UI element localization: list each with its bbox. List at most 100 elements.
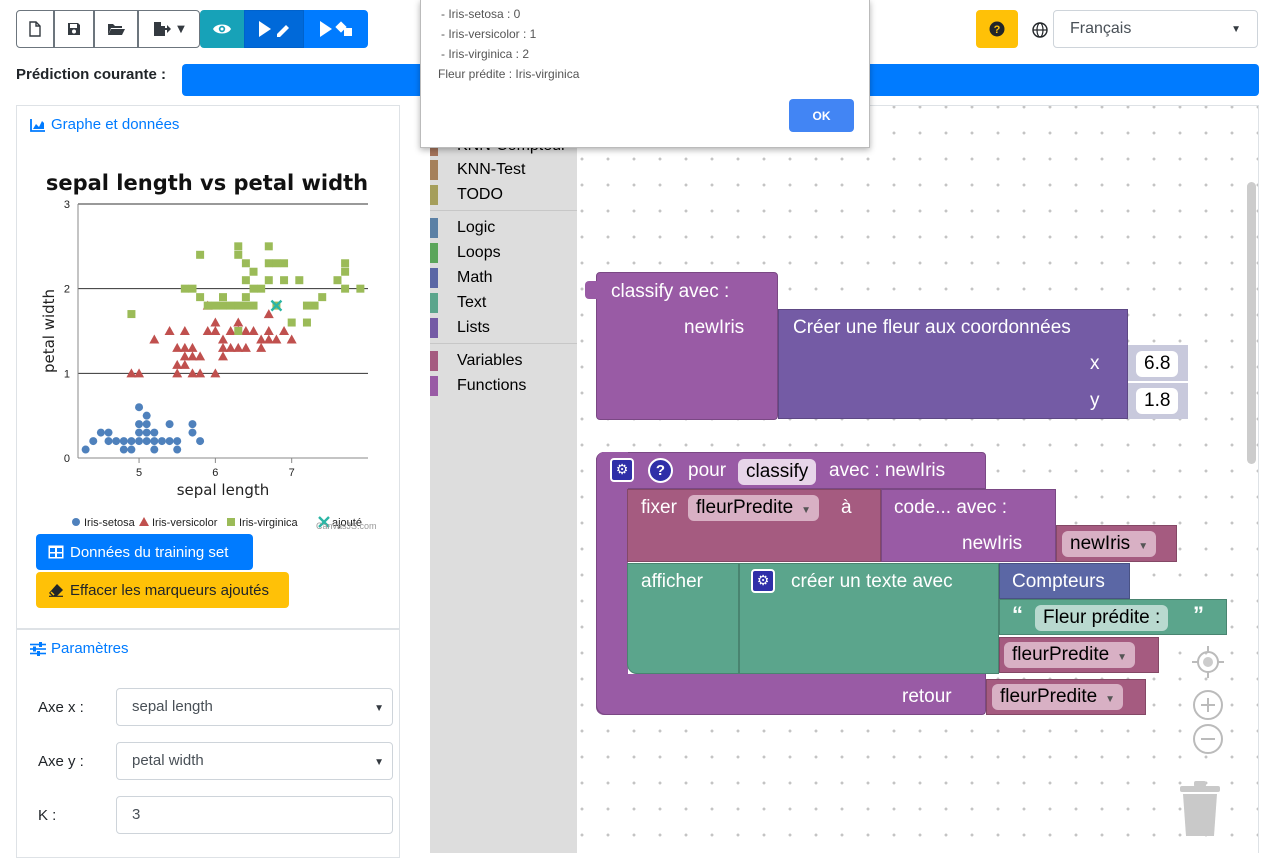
- toolbox-item-variables[interactable]: Variables: [430, 350, 523, 372]
- data-point-iris-setosa: [142, 437, 151, 446]
- fleurpredite-dropdown[interactable]: fleurPredite ▼: [1004, 642, 1136, 668]
- data-point-iris-setosa: [150, 428, 159, 437]
- category-swatch: [430, 376, 438, 396]
- toolbox-label: Lists: [457, 319, 490, 336]
- procedure-name-field[interactable]: classify: [738, 459, 817, 485]
- file-icon: [29, 21, 41, 37]
- toolbox-label: TODO: [457, 186, 503, 203]
- k-input[interactable]: 3: [116, 796, 393, 834]
- language-select[interactable]: Français ▼: [1053, 10, 1258, 48]
- newiris-variable-dropdown[interactable]: newIris ▼: [1062, 531, 1157, 557]
- x-number-field[interactable]: 6.8: [1136, 351, 1179, 377]
- data-point-iris-virginica: [333, 276, 342, 285]
- data-point-iris-virginica: [211, 301, 220, 310]
- x-axis-label: sepal length: [177, 481, 270, 499]
- legend-marker: [227, 518, 235, 526]
- chevron-down-icon: ▼: [1105, 694, 1116, 705]
- y-number-field[interactable]: 1.8: [1136, 388, 1179, 414]
- data-point-iris-virginica: [127, 310, 136, 319]
- y-axis-label: petal width: [40, 289, 58, 373]
- toolbox-label: Variables: [457, 352, 523, 369]
- legend-label: Iris-virginica: [239, 517, 299, 529]
- toolbox-item-lists[interactable]: Lists: [430, 317, 490, 339]
- category-swatch: [430, 185, 438, 205]
- set-to-label: à: [841, 497, 852, 518]
- workspace-scrollbar[interactable]: [1247, 182, 1256, 464]
- axe-y-value: petal width: [132, 752, 204, 769]
- params-header[interactable]: Paramètres: [30, 640, 129, 657]
- data-point-iris-virginica: [241, 259, 250, 268]
- data-point-iris-setosa: [112, 437, 121, 446]
- data-point-iris-setosa: [142, 428, 151, 437]
- scatter-chart[interactable]: sepal length vs petal width 0 1 2 3 5 6 7 sepal …: [36, 162, 378, 532]
- save-icon: [68, 23, 80, 35]
- def-suffix-label: avec : newIris: [829, 460, 946, 481]
- x-tick-label: 7: [289, 467, 295, 479]
- data-point-iris-virginica: [341, 284, 350, 293]
- chart-credit: CanvasJS.com: [316, 521, 377, 531]
- axe-x-select[interactable]: sepal length ▼: [116, 688, 393, 726]
- export-dropdown-button[interactable]: ▼: [138, 10, 200, 48]
- gear-icon[interactable]: ⚙: [751, 569, 775, 593]
- toolbox-item-math[interactable]: Math: [430, 267, 493, 289]
- data-point-iris-virginica: [264, 276, 273, 285]
- gear-icon[interactable]: ⚙: [610, 458, 634, 482]
- toolbox-item-text[interactable]: Text: [430, 292, 486, 314]
- category-swatch: [430, 268, 438, 288]
- area-chart-icon: [30, 118, 45, 132]
- counters-label: Compteurs: [1012, 571, 1105, 592]
- new-file-button[interactable]: [16, 10, 54, 48]
- toolbox-item-logic[interactable]: Logic: [430, 217, 495, 239]
- zoom-out-icon[interactable]: [1192, 723, 1224, 755]
- data-point-iris-setosa: [89, 437, 98, 446]
- data-point-iris-virginica: [356, 284, 365, 293]
- return-variable-dropdown[interactable]: fleurPredite ▼: [992, 684, 1124, 710]
- chevron-down-icon: ▼: [1117, 652, 1128, 663]
- legend-label: Iris-versicolor: [152, 517, 218, 529]
- run-paint-button[interactable]: [244, 10, 304, 48]
- x-tick-label: 6: [212, 467, 218, 479]
- set-variable-dropdown[interactable]: fleurPredite ▼: [688, 495, 820, 521]
- data-point-iris-setosa: [81, 445, 90, 454]
- toolbox-label: Logic: [457, 219, 496, 236]
- toolbox-label: KNN-Test: [457, 161, 526, 178]
- toolbox-item-functions[interactable]: Functions: [430, 375, 526, 397]
- recenter-icon[interactable]: [1192, 646, 1224, 678]
- preview-button[interactable]: [200, 10, 244, 48]
- data-point-iris-virginica: [241, 293, 250, 302]
- help-icon[interactable]: ?: [648, 458, 673, 483]
- data-point-iris-setosa: [142, 420, 151, 429]
- globe-icon: [1032, 22, 1048, 38]
- k-value: 3: [132, 806, 141, 823]
- toolbox-separator: [430, 343, 577, 344]
- data-point-iris-setosa: [173, 445, 182, 454]
- quote-close-icon: ”: [1193, 602, 1204, 627]
- call-param-label: newIris: [684, 317, 745, 338]
- legend-label: Iris-setosa: [84, 517, 136, 529]
- graph-header[interactable]: Graphe et données: [30, 116, 179, 133]
- chart-title: sepal length vs petal width: [46, 171, 368, 195]
- clear-markers-button[interactable]: Effacer les marqueurs ajoutés: [36, 572, 289, 608]
- data-point-iris-virginica: [249, 284, 258, 293]
- save-button[interactable]: [54, 10, 94, 48]
- call-code-label: code... avec :: [894, 497, 1008, 518]
- zoom-in-icon[interactable]: [1192, 689, 1224, 721]
- open-folder-button[interactable]: [94, 10, 138, 48]
- data-point-iris-setosa: [119, 445, 128, 454]
- string-field[interactable]: Fleur prédite :: [1035, 605, 1169, 631]
- axe-y-select[interactable]: petal width ▼: [116, 742, 393, 780]
- newiris-variable-name: newIris: [1070, 533, 1131, 554]
- data-point-iris-virginica: [234, 250, 243, 259]
- run-shapes-button[interactable]: [304, 10, 368, 48]
- help-button[interactable]: ?: [976, 10, 1018, 48]
- def-prefix-label: pour: [688, 460, 727, 481]
- toolbox-item-knn-test[interactable]: KNN-Test: [430, 159, 525, 181]
- folder-open-icon: [108, 24, 125, 35]
- training-data-button[interactable]: Données du training set: [36, 534, 253, 570]
- toolbox-item-todo[interactable]: TODO: [430, 184, 503, 206]
- toolbox-item-loops[interactable]: Loops: [430, 242, 501, 264]
- legend-marker: [72, 518, 80, 526]
- blockly-toolbox: KNN-Compteur KNN-Test TODO Logic Loops M…: [430, 105, 577, 853]
- trash-icon[interactable]: [1178, 780, 1222, 836]
- ok-button[interactable]: OK: [789, 99, 854, 132]
